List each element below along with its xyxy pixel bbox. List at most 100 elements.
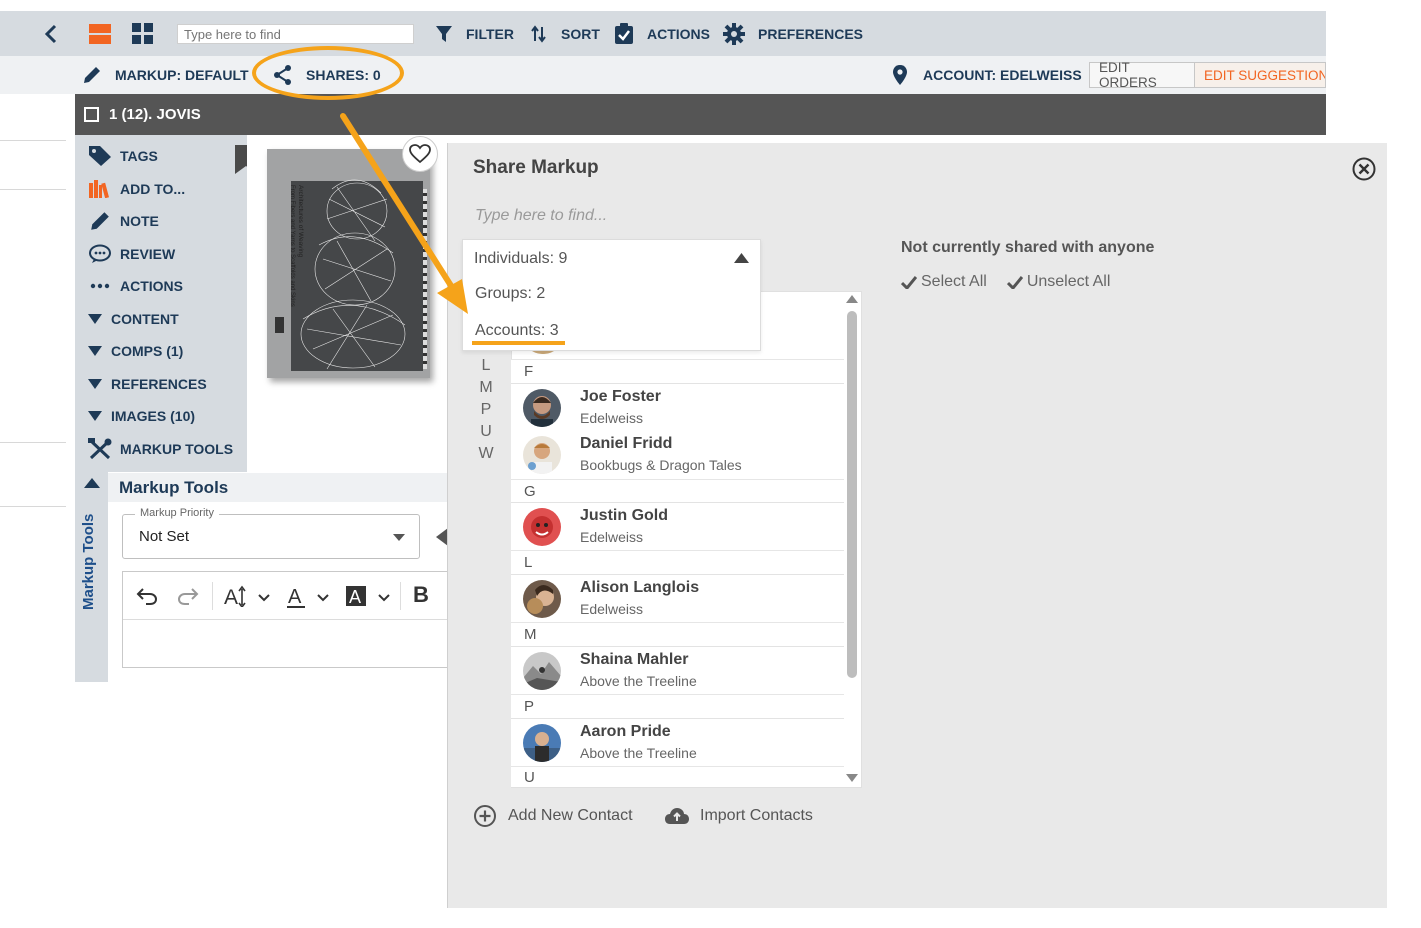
top-toolbar: FILTER SORT ACTIONS PREFERENCES bbox=[0, 11, 1326, 56]
contact-row[interactable]: Justin Gold Edelweiss bbox=[511, 503, 844, 551]
undo-icon[interactable] bbox=[136, 587, 158, 605]
sidebar-item-label: IMAGES (10) bbox=[111, 408, 196, 424]
contact-row[interactable]: Daniel Fridd Bookbugs & Dragon Tales bbox=[511, 431, 844, 479]
sidebar-item-label: NOTE bbox=[120, 213, 159, 229]
letter-header: U bbox=[511, 767, 844, 787]
sidebar-item-note[interactable]: NOTE bbox=[87, 209, 159, 233]
alpha-index-item[interactable]: U bbox=[478, 423, 494, 441]
sidebar-item-label: COMPS (1) bbox=[111, 343, 184, 359]
edit-orders-button[interactable]: EDIT ORDERS bbox=[1089, 60, 1195, 90]
contact-row[interactable]: Aaron Pride Above the Treeline bbox=[511, 719, 844, 767]
alpha-index-item[interactable]: W bbox=[478, 445, 494, 463]
scroll-down-icon[interactable] bbox=[846, 774, 858, 782]
sidebar-item-label: REVIEW bbox=[120, 246, 176, 262]
letter-header: M bbox=[511, 623, 844, 647]
sidebar-item-actions[interactable]: ACTIONS bbox=[87, 274, 183, 298]
markup-priority-select[interactable]: Markup Priority Not Set bbox=[122, 507, 420, 559]
avatar bbox=[523, 652, 561, 690]
pencil-icon bbox=[91, 212, 109, 230]
divider bbox=[0, 140, 66, 141]
alpha-index-item[interactable]: M bbox=[478, 379, 494, 397]
select-all-button[interactable]: Select All bbox=[901, 273, 987, 291]
gear-icon bbox=[723, 22, 745, 45]
filter-label: FILTER bbox=[466, 25, 514, 42]
markup-priority-label: Markup Priority bbox=[135, 507, 219, 519]
contact-org: Above the Treeline bbox=[580, 745, 697, 761]
sort-label: SORT bbox=[561, 25, 600, 42]
sidebar-item-content[interactable]: CONTENT bbox=[87, 307, 179, 331]
actions-label: ACTIONS bbox=[647, 25, 710, 42]
redo-icon[interactable] bbox=[177, 587, 199, 605]
scrollbar-thumb[interactable] bbox=[847, 311, 857, 678]
contact-row[interactable]: Alison Langlois Edelweiss bbox=[511, 575, 844, 623]
markup-selector[interactable]: MARKUP: DEFAULT bbox=[82, 56, 249, 94]
caret-down-icon bbox=[88, 379, 102, 389]
sort-button[interactable]: SORT bbox=[530, 11, 600, 56]
markup-label: MARKUP: DEFAULT bbox=[115, 67, 249, 83]
favorite-heart-icon[interactable] bbox=[402, 136, 438, 172]
sidebar-item-tags[interactable]: TAGS bbox=[87, 144, 158, 168]
filter-button[interactable]: FILTER bbox=[435, 11, 514, 56]
avatar bbox=[523, 436, 561, 474]
dropdown-selected-individuals[interactable]: Individuals: 9 bbox=[474, 250, 567, 268]
scroll-up-icon[interactable] bbox=[846, 295, 858, 303]
alpha-index-item[interactable]: P bbox=[478, 401, 494, 419]
sidebar-item-references[interactable]: REFERENCES bbox=[87, 372, 207, 396]
caret-up-icon[interactable] bbox=[84, 478, 100, 488]
highlight-color-icon[interactable]: A bbox=[346, 585, 392, 609]
select-checkbox[interactable] bbox=[84, 107, 99, 122]
sidebar-item-comps[interactable]: COMPS (1) bbox=[87, 339, 183, 363]
unselect-all-label: Unselect All bbox=[1026, 273, 1111, 290]
dropdown-option-groups[interactable]: Groups: 2 bbox=[475, 285, 545, 303]
contact-org: Edelweiss bbox=[580, 529, 644, 545]
book-cover[interactable]: Architectures of Weaving From Fibers and… bbox=[267, 149, 430, 378]
add-contact-button[interactable]: Add New Contact bbox=[473, 804, 633, 828]
contact-search-input[interactable]: Type here to find... bbox=[475, 207, 607, 225]
letter-header: L bbox=[511, 551, 844, 575]
import-contacts-label: Import Contacts bbox=[700, 807, 813, 824]
grid-view-icon[interactable] bbox=[132, 11, 154, 56]
contact-org: Edelweiss bbox=[580, 410, 644, 426]
divider bbox=[0, 442, 66, 443]
sort-icon bbox=[531, 24, 546, 43]
divider bbox=[400, 582, 401, 610]
share-status: Not currently shared with anyone bbox=[901, 239, 1155, 256]
contact-org: Above the Treeline bbox=[580, 673, 697, 689]
markup-note-editor[interactable]: A A A B bbox=[122, 571, 449, 668]
screen: FILTER SORT ACTIONS PREFERENCES MARKUP: … bbox=[0, 0, 1421, 928]
contact-row[interactable]: Shaina Mahler Above the Treeline bbox=[511, 647, 844, 695]
actions-button[interactable]: ACTIONS bbox=[614, 11, 710, 56]
item-title: 1 (12). JOVIS bbox=[109, 106, 201, 123]
import-contacts-button[interactable]: Import Contacts bbox=[664, 804, 813, 828]
avatar bbox=[523, 580, 561, 618]
sidebar-item-images[interactable]: IMAGES (10) bbox=[87, 404, 195, 428]
divider bbox=[212, 582, 213, 610]
sidebar-item-markup-tools[interactable]: MARKUP TOOLS bbox=[87, 437, 233, 461]
font-color-icon[interactable]: A bbox=[287, 585, 333, 609]
back-chevron-icon[interactable] bbox=[44, 11, 58, 56]
caret-up-icon[interactable] bbox=[734, 253, 749, 263]
contact-row[interactable]: Joe Foster Edelweiss bbox=[511, 384, 844, 432]
editor-toolbar: A A A B bbox=[123, 572, 449, 620]
cover-title: Architectures of Weaving bbox=[297, 185, 304, 258]
list-view-icon[interactable] bbox=[89, 11, 111, 56]
markup-priority-value: Not Set bbox=[139, 528, 190, 545]
sidebar-item-review[interactable]: REVIEW bbox=[87, 242, 175, 266]
font-size-icon[interactable]: A bbox=[224, 585, 272, 607]
bold-button[interactable]: B bbox=[413, 582, 429, 608]
speech-bubble-icon bbox=[89, 244, 111, 263]
preferences-button[interactable]: PREFERENCES bbox=[723, 11, 863, 56]
modal-title: Share Markup bbox=[473, 157, 599, 178]
sidebar-item-label: REFERENCES bbox=[111, 376, 207, 392]
unselect-all-button[interactable]: Unselect All bbox=[1006, 273, 1111, 291]
close-icon[interactable] bbox=[1352, 157, 1376, 181]
highlight-circle bbox=[252, 46, 404, 100]
toolbar-search-input[interactable] bbox=[177, 24, 414, 44]
account-selector[interactable]: ACCOUNT: EDELWEISS bbox=[892, 56, 1082, 94]
dropdown-option-accounts[interactable]: Accounts: 3 bbox=[475, 322, 559, 340]
alpha-index-item[interactable]: L bbox=[478, 357, 494, 375]
filter-icon bbox=[436, 25, 452, 42]
add-contact-label: Add New Contact bbox=[508, 807, 633, 824]
sidebar-item-add-to[interactable]: ADD TO... bbox=[87, 177, 185, 201]
edit-suggestions-button[interactable]: EDIT SUGGESTIONS bbox=[1194, 62, 1326, 88]
